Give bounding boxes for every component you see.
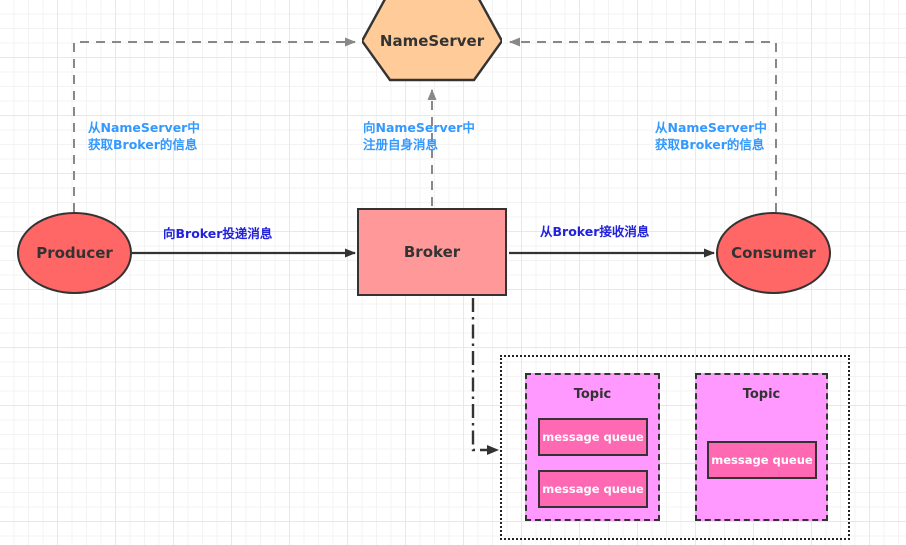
message-queue-label: message queue: [711, 453, 813, 467]
topic-label: Topic: [742, 387, 781, 402]
edge-label-line-2: 注册自身消息: [363, 137, 439, 152]
edge-label-line-1: 向NameServer中: [363, 120, 475, 135]
message-queue-box[interactable]: message queue: [538, 470, 648, 508]
edge-label-broker-to-consumer: 从Broker接收消息: [540, 224, 650, 239]
edge-broker-to-storage: [471, 298, 499, 455]
node-producer-label: Producer: [36, 244, 113, 262]
node-consumer[interactable]: Consumer: [716, 212, 831, 294]
node-consumer-label: Consumer: [731, 244, 816, 262]
edge-label-line-2: 获取Broker的信息: [88, 137, 198, 152]
node-producer[interactable]: Producer: [17, 212, 132, 294]
edge-label-line-1: 从NameServer中: [88, 120, 200, 135]
node-nameserver[interactable]: NameServer: [362, 0, 502, 82]
topic-label: Topic: [573, 387, 612, 402]
node-broker[interactable]: Broker: [357, 208, 507, 296]
message-queue-label: message queue: [542, 430, 644, 444]
edge-label-line-1: 从NameServer中: [655, 120, 767, 135]
message-queue-label: message queue: [542, 482, 644, 496]
edge-label-broker-to-nameserver: 向NameServer中 注册自身消息: [363, 119, 475, 153]
edge-label-consumer-to-nameserver: 从NameServer中 获取Broker的信息: [655, 119, 767, 153]
message-queue-box[interactable]: message queue: [707, 441, 817, 479]
diagram-canvas: NameServer Producer Broker Consumer 从Nam…: [0, 0, 906, 545]
edge-label-producer-to-nameserver: 从NameServer中 获取Broker的信息: [88, 119, 200, 153]
edge-label-producer-to-broker: 向Broker投递消息: [163, 226, 273, 241]
node-broker-label: Broker: [403, 243, 461, 261]
message-queue-box[interactable]: message queue: [538, 418, 648, 456]
node-nameserver-label: NameServer: [379, 32, 485, 50]
edge-label-line-2: 获取Broker的信息: [655, 137, 765, 152]
